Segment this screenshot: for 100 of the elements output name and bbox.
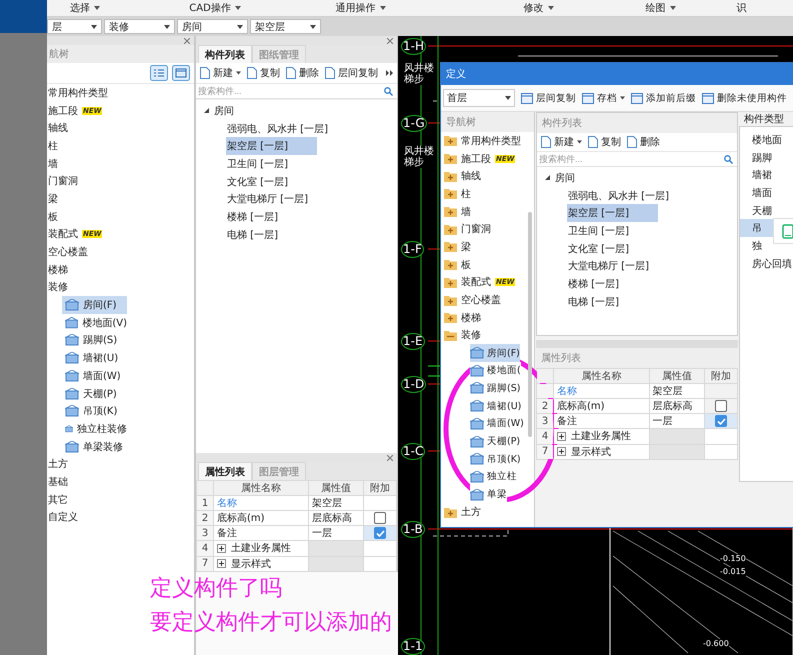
toolbar-button[interactable]: 存档 xyxy=(582,92,625,104)
component-list-item[interactable]: 楼梯 [一层] xyxy=(567,275,658,293)
nav-tree-item[interactable]: 其它 xyxy=(47,490,194,508)
table-cell: 底标高(m) xyxy=(554,398,650,414)
checkbox[interactable] xyxy=(715,400,727,412)
close-icon[interactable] xyxy=(184,38,190,44)
component-list-item[interactable]: 电梯 [一层] xyxy=(226,226,317,244)
component-list-item[interactable]: 卫生间 [一层] xyxy=(567,222,658,240)
row-number: 4 xyxy=(536,428,554,444)
type-list-item[interactable]: 墙面 xyxy=(740,184,793,202)
component-list-item[interactable]: 强弱电、风水井 [一层] xyxy=(567,186,669,204)
toolbar-button[interactable]: 复制 xyxy=(588,135,621,149)
dropdown-selector[interactable]: 装修 xyxy=(104,19,175,34)
toolbar-button[interactable]: 层间复制 xyxy=(521,92,576,104)
nav-tree-item[interactable]: 吊顶(K) xyxy=(62,402,127,420)
row-number: 3 xyxy=(196,526,214,540)
panel-tab[interactable]: 属性列表 xyxy=(198,462,252,480)
nav-tree-item[interactable]: 墙 xyxy=(47,154,194,172)
nav-tree-item[interactable]: 门窗洞 xyxy=(47,172,194,190)
component-list-item[interactable]: 大堂电梯厅 [一层] xyxy=(226,190,317,208)
ribbon-menu[interactable]: 通用操作 xyxy=(336,0,524,16)
toolbar-button[interactable]: 层间复制 xyxy=(325,66,378,80)
close-icon[interactable] xyxy=(387,454,393,460)
component-list-item[interactable]: 楼梯 [一层] xyxy=(226,208,317,226)
nav-tree-item[interactable]: 板 xyxy=(47,208,194,226)
component-list-item[interactable]: 大堂电梯厅 [一层] xyxy=(567,257,658,276)
nav-tree-item[interactable]: 天棚(P) xyxy=(62,384,127,402)
toolbar-button[interactable]: 删除 xyxy=(286,66,319,80)
table-cell: 层底标高 xyxy=(308,510,364,526)
nav-tree-item[interactable]: 常用构件类型 xyxy=(47,84,194,102)
type-list-item[interactable]: 天棚 xyxy=(740,202,793,220)
nav-tree-item[interactable]: 单梁 xyxy=(470,486,507,504)
nav-tree-item[interactable]: 梁 xyxy=(47,190,194,208)
panel-tab[interactable]: 构件列表 xyxy=(198,45,252,63)
toolbar-button[interactable]: 删除 xyxy=(627,135,660,149)
component-icon xyxy=(470,347,484,360)
tree-node[interactable]: 房间 xyxy=(537,169,737,187)
type-list-item[interactable]: 踢脚 xyxy=(740,148,793,166)
panel-title: 航树 xyxy=(47,45,194,63)
toolbar-button[interactable]: 新建 xyxy=(541,135,582,149)
toolbar-button[interactable]: 复制 xyxy=(247,66,280,80)
dropdown-selector[interactable]: 层 xyxy=(47,19,102,34)
nav-tree-item[interactable]: 楼梯 xyxy=(47,260,194,279)
dropdown-selector[interactable]: 架空层 xyxy=(250,19,321,34)
floor-dropdown[interactable]: 首层 xyxy=(443,89,515,107)
nav-tree-item[interactable]: 土方 xyxy=(47,455,194,474)
nav-tree-item[interactable]: 基础 xyxy=(47,473,194,491)
component-list-item[interactable]: 文化室 [一层] xyxy=(567,240,658,258)
nav-tree-item[interactable]: 空心楼盖 xyxy=(47,243,194,261)
dropdown-selector[interactable]: 房间 xyxy=(177,19,248,34)
app-logo-block xyxy=(0,0,47,33)
component-list-item[interactable]: 架空层 [一层] xyxy=(226,137,317,156)
type-list-item[interactable]: 独 xyxy=(740,237,793,255)
type-list-item[interactable]: 墙裙 xyxy=(740,166,793,184)
nav-tree-item[interactable]: 装修 xyxy=(47,278,194,296)
component-list-item[interactable]: 强弱电、风水井 [一层] xyxy=(226,120,328,138)
nav-tree-item[interactable]: 自定义 xyxy=(47,508,194,526)
nav-tree-item[interactable]: 墙面(W) xyxy=(62,367,127,385)
scrollbar[interactable] xyxy=(528,212,532,437)
table-cell[interactable]: 显示样式 xyxy=(554,444,650,460)
nav-tree-item[interactable]: 房间(F) xyxy=(470,344,520,362)
nav-tree-item[interactable]: 轴线 xyxy=(47,119,194,138)
checkbox[interactable] xyxy=(374,512,386,524)
ribbon-menu[interactable]: 绘图 xyxy=(646,0,737,16)
table-cell: 架空层 xyxy=(649,384,704,398)
toolbar-button[interactable]: 删除未使用构件 xyxy=(702,92,787,104)
caret-icon xyxy=(380,6,386,10)
table-cell[interactable]: 土建业务属性 xyxy=(214,540,308,556)
component-icon xyxy=(65,316,78,329)
nav-tree-item[interactable]: 墙裙(U) xyxy=(62,349,127,367)
ribbon-menu[interactable]: CAD操作 xyxy=(189,0,336,16)
component-list-item[interactable]: 架空层 [一层] xyxy=(567,204,658,222)
ribbon-menu[interactable]: 识 xyxy=(736,0,793,16)
type-list-item[interactable]: 楼地面 xyxy=(740,131,793,149)
close-icon[interactable] xyxy=(387,38,393,44)
nav-tree-item[interactable]: 独立柱 xyxy=(470,468,517,486)
component-list-item[interactable]: 电梯 [一层] xyxy=(567,292,658,310)
ribbon-menu[interactable]: 修改 xyxy=(524,0,646,16)
nav-tree-item[interactable]: 独立柱装修 xyxy=(62,420,127,438)
nav-tree-item[interactable]: 单梁装修 xyxy=(62,438,127,456)
nav-tree-item[interactable]: 房间(F) xyxy=(62,296,127,314)
component-list-item[interactable]: 卫生间 [一层] xyxy=(226,155,317,173)
overflow-icon[interactable] xyxy=(386,70,393,76)
search-field[interactable]: 搜索构件... xyxy=(539,154,724,164)
list-view-icon[interactable] xyxy=(150,65,168,81)
checkbox[interactable] xyxy=(715,415,727,427)
expand-triangle-icon xyxy=(545,175,550,180)
checkbox[interactable] xyxy=(374,527,386,539)
toolbar-button[interactable]: 新建 xyxy=(200,66,241,80)
tree-node[interactable]: 房间 xyxy=(196,102,397,120)
nav-tree-item[interactable]: 楼地面(V) xyxy=(62,314,127,332)
toolbar-button[interactable]: 添加前后缀 xyxy=(631,92,696,104)
ribbon-menu[interactable]: 选择 xyxy=(70,0,190,16)
type-list-item[interactable]: 房心回填 xyxy=(740,254,793,272)
window-view-icon[interactable] xyxy=(172,65,190,81)
table-cell[interactable]: 土建业务属性 xyxy=(554,428,650,444)
search-field[interactable]: 搜索构件... xyxy=(198,86,384,96)
nav-tree-item[interactable]: 柱 xyxy=(47,137,194,155)
component-list-item[interactable]: 文化室 [一层] xyxy=(226,172,317,190)
nav-tree-item[interactable]: 踢脚(S) xyxy=(62,332,127,350)
